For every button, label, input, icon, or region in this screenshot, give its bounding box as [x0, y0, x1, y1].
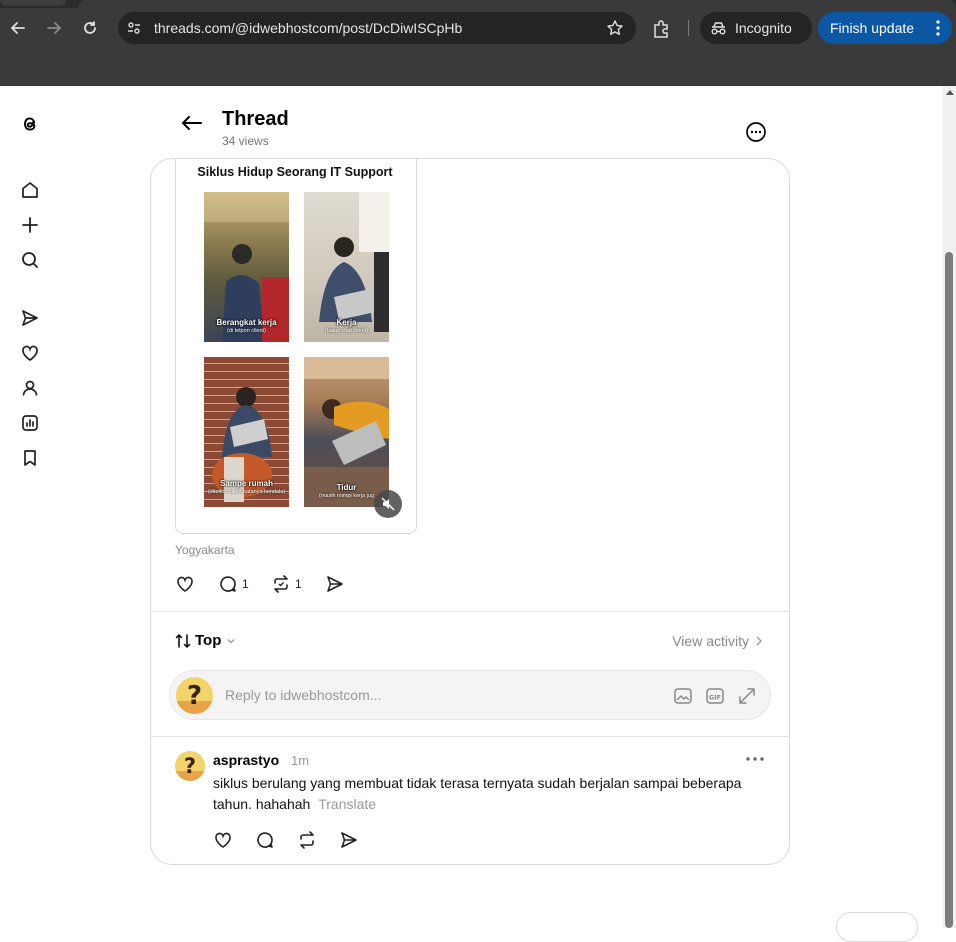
toolbar-separator: [688, 20, 689, 36]
section-divider: [151, 611, 789, 612]
sort-icon: [175, 633, 191, 648]
tile-caption: Kerja: [336, 318, 357, 327]
comment-username[interactable]: asprastyo: [213, 752, 279, 768]
tile-caption: Berangkat kerja: [216, 318, 277, 327]
incognito-icon: [711, 22, 726, 35]
forward-nav-icon[interactable]: [42, 16, 66, 40]
back-nav-icon[interactable]: [6, 16, 30, 40]
send-icon[interactable]: [18, 306, 42, 330]
thread-card: Siklus Hidup Seorang IT Support Berangka…: [150, 158, 790, 865]
search-icon[interactable]: [18, 248, 42, 272]
mute-toggle[interactable]: [374, 490, 402, 518]
comment-more-icon[interactable]: [745, 755, 765, 763]
heart-icon: [215, 832, 231, 848]
repost-icon: [274, 575, 288, 593]
media-tile-1: Berangkat kerja (di telpon client): [204, 192, 289, 342]
view-activity-label: View activity: [672, 633, 749, 649]
home-icon[interactable]: [18, 178, 42, 202]
browser-menu-icon[interactable]: [936, 20, 940, 36]
comment-like-button[interactable]: [213, 829, 233, 851]
profile-icon[interactable]: [18, 376, 42, 400]
url-text[interactable]: threads.com/@idwebhostcom/post/DcDiwISCp…: [154, 20, 462, 36]
svg-text:GIF: GIF: [709, 694, 721, 702]
send-icon: [327, 576, 343, 592]
comment-text: siklus berulang yang membuat tidak teras…: [213, 775, 742, 812]
reply-count: 1: [242, 577, 249, 591]
sort-label: Top: [195, 632, 222, 649]
reply-placeholder: Reply to idwebhostcom...: [225, 687, 382, 703]
tile-caption: Sampe rumah: [220, 479, 273, 488]
scrollbar-thumb[interactable]: [945, 252, 953, 928]
views-count: 34 views: [222, 134, 269, 148]
site-settings-icon[interactable]: [126, 20, 142, 36]
commenter-avatar[interactable]: ?: [175, 751, 205, 781]
muted-speaker-icon: [381, 497, 395, 511]
saved-bookmark-icon[interactable]: [18, 446, 42, 470]
image-attach-icon[interactable]: [672, 685, 694, 707]
tile-subcaption: (balas chat client): [324, 328, 369, 334]
comment-body: siklus berulang yang membuat tidak teras…: [213, 773, 753, 815]
svg-text:?: ?: [184, 754, 196, 778]
reply-button[interactable]: 1: [218, 573, 249, 595]
tab-strip: [0, 0, 956, 8]
tab-active[interactable]: [78, 0, 956, 8]
comment-bubble-icon: [220, 576, 236, 592]
translate-link[interactable]: Translate: [318, 796, 376, 812]
insights-icon[interactable]: [18, 411, 42, 435]
back-arrow-icon[interactable]: [178, 109, 206, 137]
sidebar: [0, 86, 62, 928]
incognito-label: Incognito: [735, 20, 792, 36]
incognito-badge[interactable]: Incognito: [700, 12, 812, 44]
sort-dropdown[interactable]: Top: [175, 632, 236, 649]
repost-button[interactable]: 1: [271, 573, 302, 595]
share-button[interactable]: [325, 573, 345, 595]
media-tile-3: Sampe rumah (ditelfon client katanya ken…: [204, 357, 289, 507]
comment-bubble-icon: [257, 832, 273, 848]
address-bar[interactable]: threads.com/@idwebhostcom/post/DcDiwISCp…: [118, 12, 636, 44]
bookmark-star-icon[interactable]: [606, 19, 624, 37]
comment-reply-button[interactable]: [255, 829, 275, 851]
media-tile-4: Tidur (masih mimpi kerja jug: [304, 357, 389, 507]
svg-text:?: ?: [187, 681, 202, 711]
reply-input[interactable]: ? Reply to idwebhostcom... GIF: [169, 670, 771, 720]
post-location[interactable]: Yogyakarta: [175, 543, 235, 557]
extensions-icon[interactable]: [650, 18, 672, 40]
finish-update-label: Finish update: [830, 20, 915, 36]
tile-subcaption: (di telpon client): [227, 328, 266, 334]
like-button[interactable]: [175, 573, 195, 595]
section-divider: [151, 736, 789, 737]
tile-caption: Tidur: [336, 483, 357, 492]
reload-icon[interactable]: [78, 16, 102, 40]
repost-icon: [300, 831, 314, 849]
page-title: Thread: [222, 108, 289, 130]
chevron-right-icon: [756, 636, 762, 646]
view-activity-link[interactable]: View activity: [672, 633, 763, 649]
heart-icon: [177, 576, 193, 592]
media-tile-2: Kerja (balas chat client): [304, 192, 389, 342]
create-plus-icon[interactable]: [18, 213, 42, 237]
repost-count: 1: [295, 577, 302, 591]
finish-update-button[interactable]: Finish update: [818, 12, 952, 44]
page-scrollbar[interactable]: [943, 86, 956, 928]
comment-repost-button[interactable]: [297, 829, 317, 851]
floating-button[interactable]: [836, 912, 918, 942]
comment-timestamp: 1m: [291, 753, 310, 768]
browser-toolbar: threads.com/@idwebhostcom/post/DcDiwISCp…: [0, 8, 956, 48]
comment-share-button[interactable]: [339, 829, 359, 851]
gif-icon[interactable]: GIF: [704, 685, 726, 707]
expand-icon[interactable]: [736, 685, 758, 707]
chrome-bottom-bar: [0, 48, 956, 86]
post-media[interactable]: Siklus Hidup Seorang IT Support Berangka…: [175, 159, 417, 534]
tab-previous[interactable]: [0, 0, 66, 6]
tile-subcaption: (ditelfon client katanya kendala): [207, 489, 286, 495]
chevron-down-icon: [227, 638, 235, 643]
media-title: Siklus Hidup Seorang IT Support: [197, 165, 393, 179]
scroll-up-arrow[interactable]: [946, 90, 954, 95]
avatar: ?: [176, 677, 213, 714]
send-icon: [341, 832, 357, 848]
threads-logo-icon[interactable]: [18, 112, 42, 136]
more-options-icon[interactable]: [744, 120, 768, 144]
heart-icon[interactable]: [18, 341, 42, 365]
